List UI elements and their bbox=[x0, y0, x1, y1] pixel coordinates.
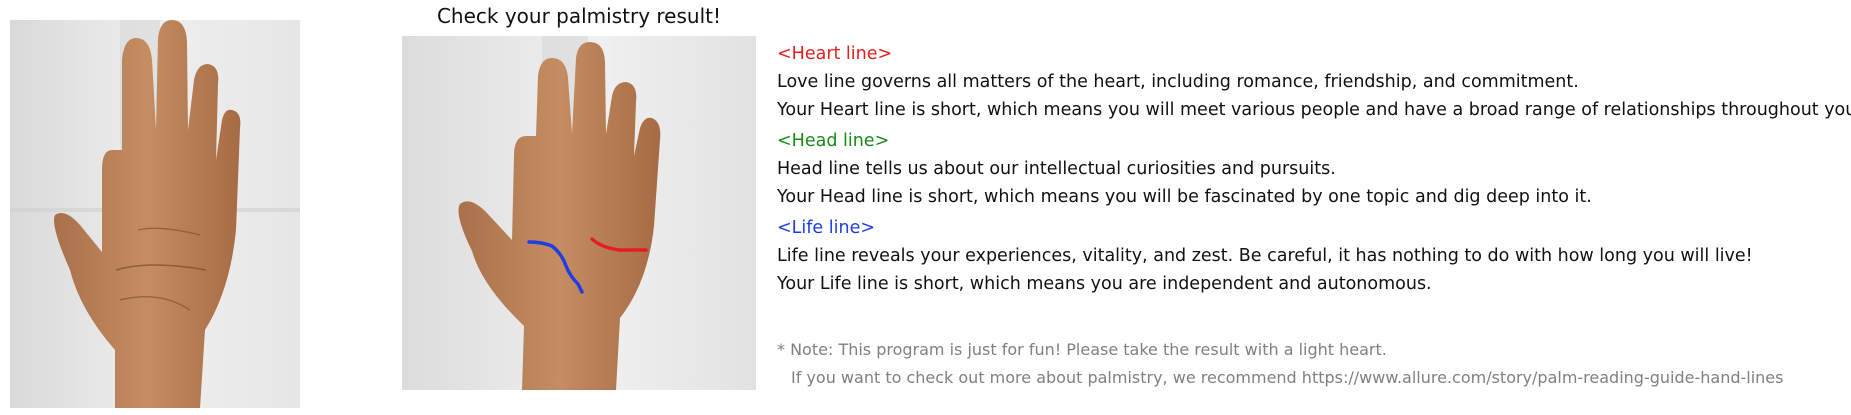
interpretation-text: <Heart line> Love line governs all matte… bbox=[777, 40, 1851, 298]
head-line-description: Head line tells us about our intellectua… bbox=[777, 159, 1336, 179]
life-line-header: <Life line> bbox=[777, 218, 876, 238]
life-line-section: <Life line> Life line reveals your exper… bbox=[777, 214, 1847, 298]
heart-line-header: <Heart line> bbox=[777, 44, 893, 64]
head-line-result: Your Head line is short, which means you… bbox=[777, 187, 1592, 207]
head-line-section: <Head line> Head line tells us about our… bbox=[777, 127, 1847, 211]
head-line-header: <Head line> bbox=[777, 131, 890, 151]
result-title: Check your palmistry result! bbox=[436, 4, 722, 28]
footnote-recommendation: If you want to check out more about palm… bbox=[791, 368, 1784, 387]
heart-line-result: Your Heart line is short, which means yo… bbox=[777, 100, 1851, 120]
original-palm-photo bbox=[10, 20, 300, 408]
life-line-description: Life line reveals your experiences, vita… bbox=[777, 246, 1753, 266]
footnote-disclaimer: * Note: This program is just for fun! Pl… bbox=[777, 340, 1387, 359]
life-line-result: Your Life line is short, which means you… bbox=[777, 274, 1432, 294]
heart-line-section: <Heart line> Love line governs all matte… bbox=[777, 40, 1851, 124]
heart-line-description: Love line governs all matters of the hea… bbox=[777, 72, 1579, 92]
footnote: * Note: This program is just for fun! Pl… bbox=[777, 336, 1847, 392]
annotated-palm-photo bbox=[402, 36, 756, 390]
